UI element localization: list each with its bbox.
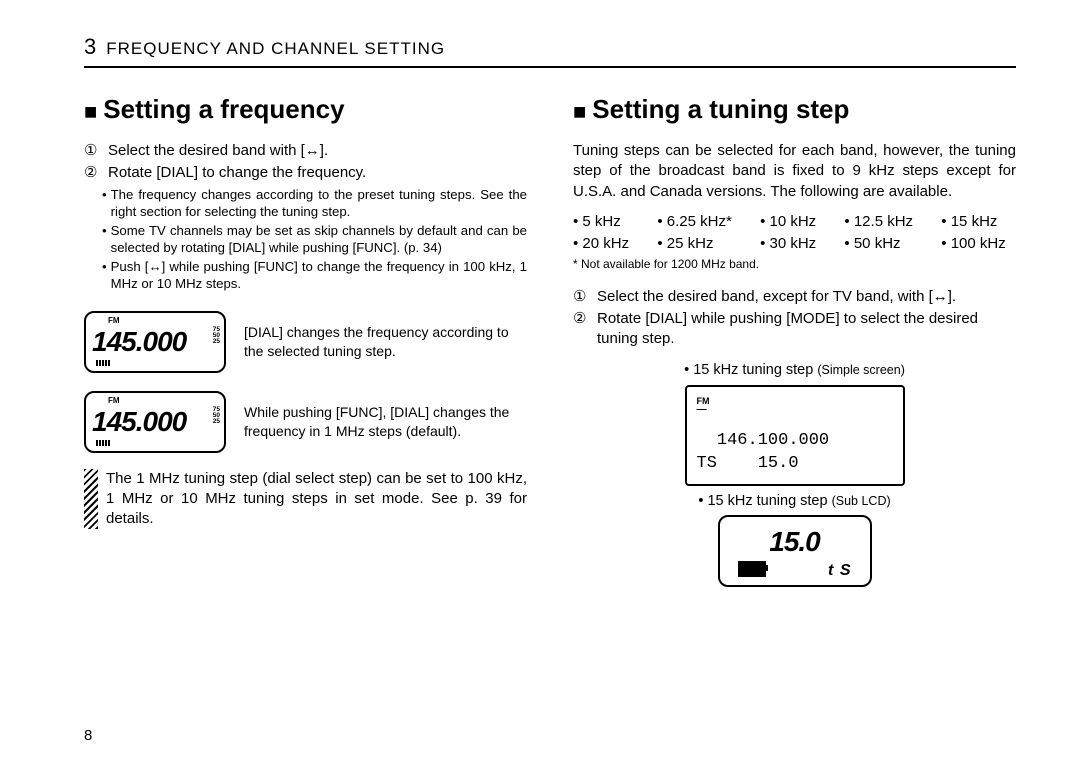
caption-simple: • 15 kHz tuning step (Simple screen)	[573, 361, 1016, 381]
tuning-step-list: • 5 kHz • 6.25 kHz* • 10 kHz • 12.5 kHz …	[573, 212, 1016, 255]
lcd1-scale: 75 50 25	[213, 327, 220, 346]
title-text: Setting a tuning step	[592, 94, 849, 124]
lcd1-frequency: 145.000	[92, 323, 186, 361]
step-2-text: Rotate [DIAL] to change the frequency.	[108, 163, 366, 183]
ts-item: • 15 kHz	[941, 212, 1016, 232]
note-text: The 1 MHz tuning step (dial select step)…	[106, 469, 527, 530]
r-step-2-text: Rotate [DIAL] while pushing [MODE] to se…	[597, 309, 1016, 350]
lcd-display-2: FM 145.000 75 50 25	[84, 391, 226, 453]
step-1-text: Select the desired band with [↔].	[108, 141, 328, 161]
lcd2-caption: While pushing [FUNC], [DIAL] changes the…	[244, 403, 527, 439]
r-step-mark-2: ②	[573, 309, 591, 350]
chapter-header: 3 FREQUENCY AND CHANNEL SETTING	[84, 34, 1016, 68]
sub-1: •The frequency changes according to the …	[102, 186, 527, 220]
step-2: ② Rotate [DIAL] to change the frequency.	[84, 163, 527, 183]
lcd2-scale: 75 50 25	[213, 407, 220, 426]
step-mark-1: ①	[84, 141, 102, 161]
ts-item: • 6.25 kHz*	[657, 212, 742, 232]
title-text: Setting a frequency	[103, 94, 344, 124]
sublcd-box: 15.0 t S	[718, 515, 872, 587]
simple-screen-box: FM 146.100.000 TS 15.0	[685, 385, 905, 486]
ts-item: • 20 kHz	[573, 234, 639, 254]
ts-item: • 10 kHz	[760, 212, 826, 232]
square-bullet-icon: ■	[573, 99, 586, 124]
sub-3: •Push [↔] while pushing [FUNC] to change…	[102, 258, 527, 292]
ts-item: • 5 kHz	[573, 212, 639, 232]
r-step-1: ① Select the desired band, except for TV…	[573, 287, 1016, 307]
hatch-icon	[84, 469, 98, 530]
sub-2: •Some TV channels may be set as skip cha…	[102, 222, 527, 256]
lcd-display-1: FM 145.000 75 50 25	[84, 311, 226, 373]
lcd-row-1: FM 145.000 75 50 25 [DIAL] changes the f…	[84, 311, 527, 373]
lcd1-meter-icon	[96, 359, 146, 367]
r-step-2: ② Rotate [DIAL] while pushing [MODE] to …	[573, 309, 1016, 350]
ts-item: • 100 kHz	[941, 234, 1016, 254]
page: 3 FREQUENCY AND CHANNEL SETTING ■Setting…	[0, 0, 1080, 762]
battery-icon	[738, 561, 766, 577]
sublcd-main: 15.0	[720, 523, 870, 561]
simple-line1: 146.100.000	[697, 430, 893, 453]
r-step-mark-1: ①	[573, 287, 591, 307]
lcd2-meter-icon	[96, 439, 146, 447]
sublcd-ts: t S	[828, 560, 851, 582]
square-bullet-icon: ■	[84, 99, 97, 124]
step-mark-2: ②	[84, 163, 102, 183]
caption-sublcd: • 15 kHz tuning step (Sub LCD)	[573, 492, 1016, 512]
section-title-left: ■Setting a frequency	[84, 92, 527, 127]
column-left: ■Setting a frequency ① Select the desire…	[84, 92, 527, 587]
ts-item: • 25 kHz	[657, 234, 742, 254]
ts-footnote: * Not available for 1200 MHz band.	[573, 256, 1016, 272]
lcd2-frequency: 145.000	[92, 403, 186, 441]
column-right: ■Setting a tuning step Tuning steps can …	[573, 92, 1016, 587]
simple-line2: TS 15.0	[697, 453, 893, 476]
step-1: ① Select the desired band with [↔].	[84, 141, 527, 161]
note-block: The 1 MHz tuning step (dial select step)…	[84, 469, 527, 530]
page-number: 8	[84, 727, 92, 744]
chapter-title: FREQUENCY AND CHANNEL SETTING	[106, 39, 445, 59]
intro-text: Tuning steps can be selected for each ba…	[573, 141, 1016, 202]
chapter-number: 3	[84, 34, 96, 60]
ts-item: • 30 kHz	[760, 234, 826, 254]
r-step-1-text: Select the desired band, except for TV b…	[597, 287, 956, 307]
two-columns: ■Setting a frequency ① Select the desire…	[84, 92, 1016, 587]
lcd1-caption: [DIAL] changes the frequency according t…	[244, 323, 527, 359]
simple-fm: FM	[697, 395, 893, 407]
ts-item: • 50 kHz	[844, 234, 923, 254]
lcd-row-2: FM 145.000 75 50 25 While pushing [FUNC]…	[84, 391, 527, 453]
section-title-right: ■Setting a tuning step	[573, 92, 1016, 127]
ts-item: • 12.5 kHz	[844, 212, 923, 232]
